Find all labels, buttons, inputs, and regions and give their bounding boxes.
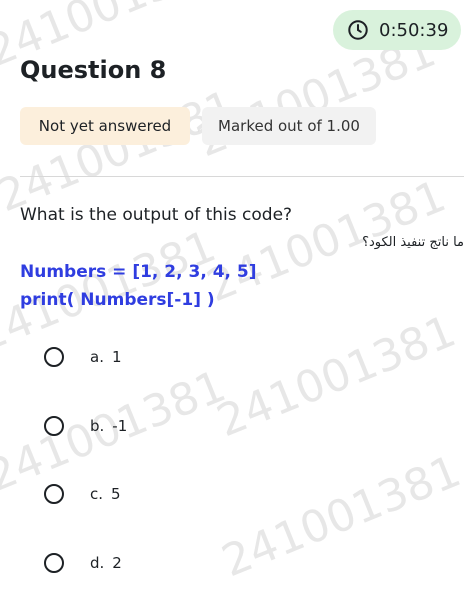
timer-value: 0:50:39 <box>379 19 449 41</box>
answer-option-a[interactable]: a. 1 <box>44 342 122 372</box>
divider <box>20 176 464 177</box>
radio-button[interactable] <box>44 347 64 367</box>
question-title: Question 8 <box>20 56 167 84</box>
clock-icon <box>348 20 368 40</box>
answer-option-b[interactable]: b. -1 <box>44 411 127 441</box>
question-grade-badge: Marked out of 1.00 <box>202 107 376 145</box>
watermark: 241001381 <box>215 445 468 588</box>
code-line: Numbers = [1, 2, 3, 4, 5] <box>20 262 257 282</box>
code-line: print( Numbers[-1] ) <box>20 290 215 310</box>
option-letter: d. <box>90 554 105 572</box>
radio-button[interactable] <box>44 416 64 436</box>
timer-badge: 0:50:39 <box>333 10 461 50</box>
question-state-badge: Not yet answered <box>20 107 190 145</box>
question-text: What is the output of this code? <box>20 205 293 225</box>
option-letter: a. <box>90 348 104 366</box>
option-value: 2 <box>112 554 122 572</box>
option-letter: b. <box>90 417 105 435</box>
answer-option-c[interactable]: c. 5 <box>44 479 121 509</box>
option-value: -1 <box>112 417 128 435</box>
watermark: 241001381 <box>210 305 463 448</box>
radio-button[interactable] <box>44 553 64 573</box>
option-letter: c. <box>90 485 104 503</box>
question-text-arabic: ما ناتج تنفيذ الكود؟ <box>362 235 464 250</box>
option-value: 1 <box>111 348 122 366</box>
option-value: 5 <box>111 485 121 503</box>
watermark: 241001381 <box>0 80 243 223</box>
radio-button[interactable] <box>44 484 64 504</box>
answer-option-d[interactable]: d. 2 <box>44 548 122 578</box>
